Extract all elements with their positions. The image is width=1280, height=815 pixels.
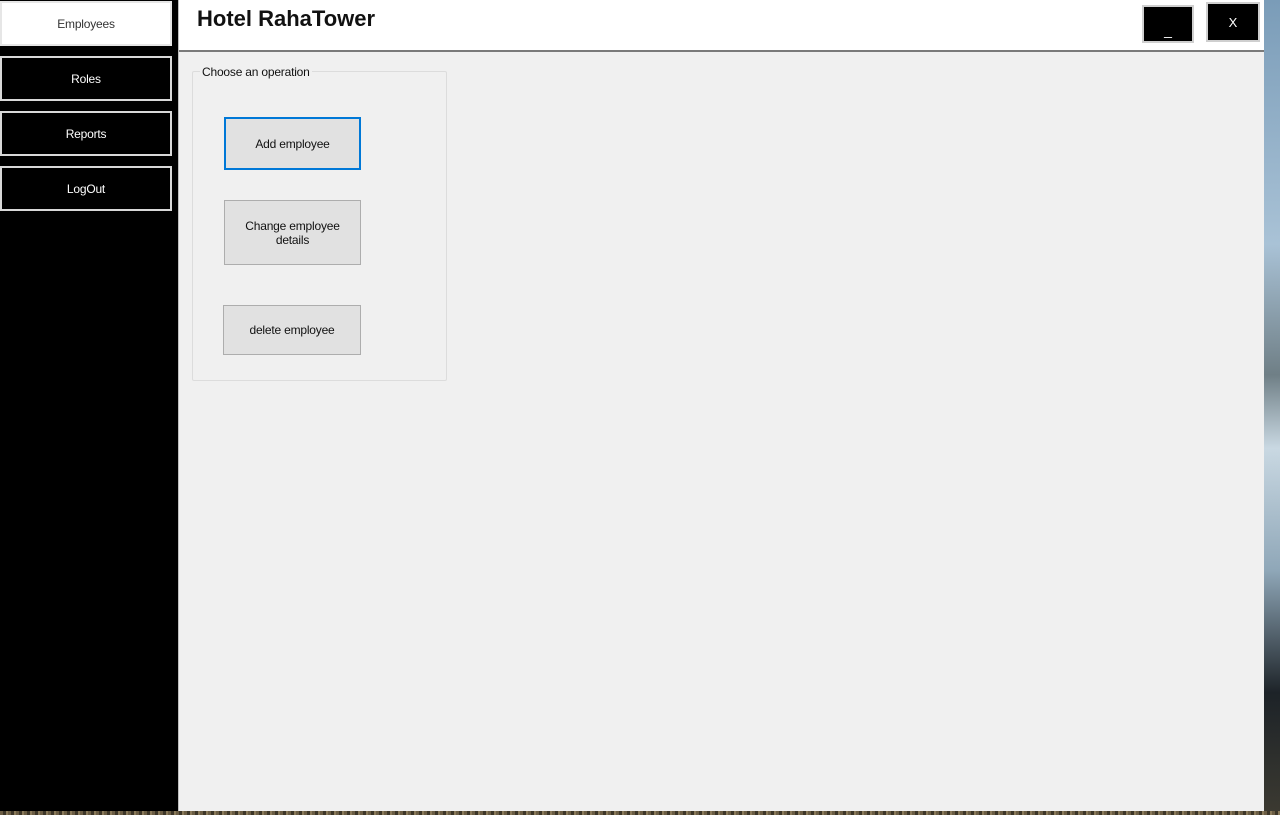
sidebar-item-reports[interactable]: Reports: [0, 111, 172, 156]
header: Hotel RahaTower _ X: [179, 0, 1264, 52]
close-button[interactable]: X: [1206, 2, 1260, 42]
app-window: Employees Roles Reports LogOut Hotel Rah…: [0, 0, 1264, 811]
page-title: Hotel RahaTower: [197, 6, 376, 31]
change-employee-details-label: Change employee details: [245, 218, 340, 247]
sidebar-item-employees[interactable]: Employees: [0, 1, 172, 46]
group-title: Choose an operation: [200, 65, 312, 79]
sidebar-divider: [178, 0, 179, 811]
change-employee-details-button[interactable]: Change employee details: [224, 200, 361, 265]
desktop-background-bottom: [0, 811, 1280, 815]
minimize-icon: _: [1164, 22, 1172, 38]
sidebar: Employees Roles Reports LogOut: [0, 0, 178, 811]
sidebar-item-roles[interactable]: Roles: [0, 56, 172, 101]
desktop-background: [1264, 0, 1280, 815]
sidebar-item-logout[interactable]: LogOut: [0, 166, 172, 211]
minimize-button[interactable]: _: [1142, 5, 1194, 43]
close-icon: X: [1228, 14, 1238, 30]
delete-employee-button[interactable]: delete employee: [223, 305, 361, 355]
add-employee-button[interactable]: Add employee: [224, 117, 361, 170]
